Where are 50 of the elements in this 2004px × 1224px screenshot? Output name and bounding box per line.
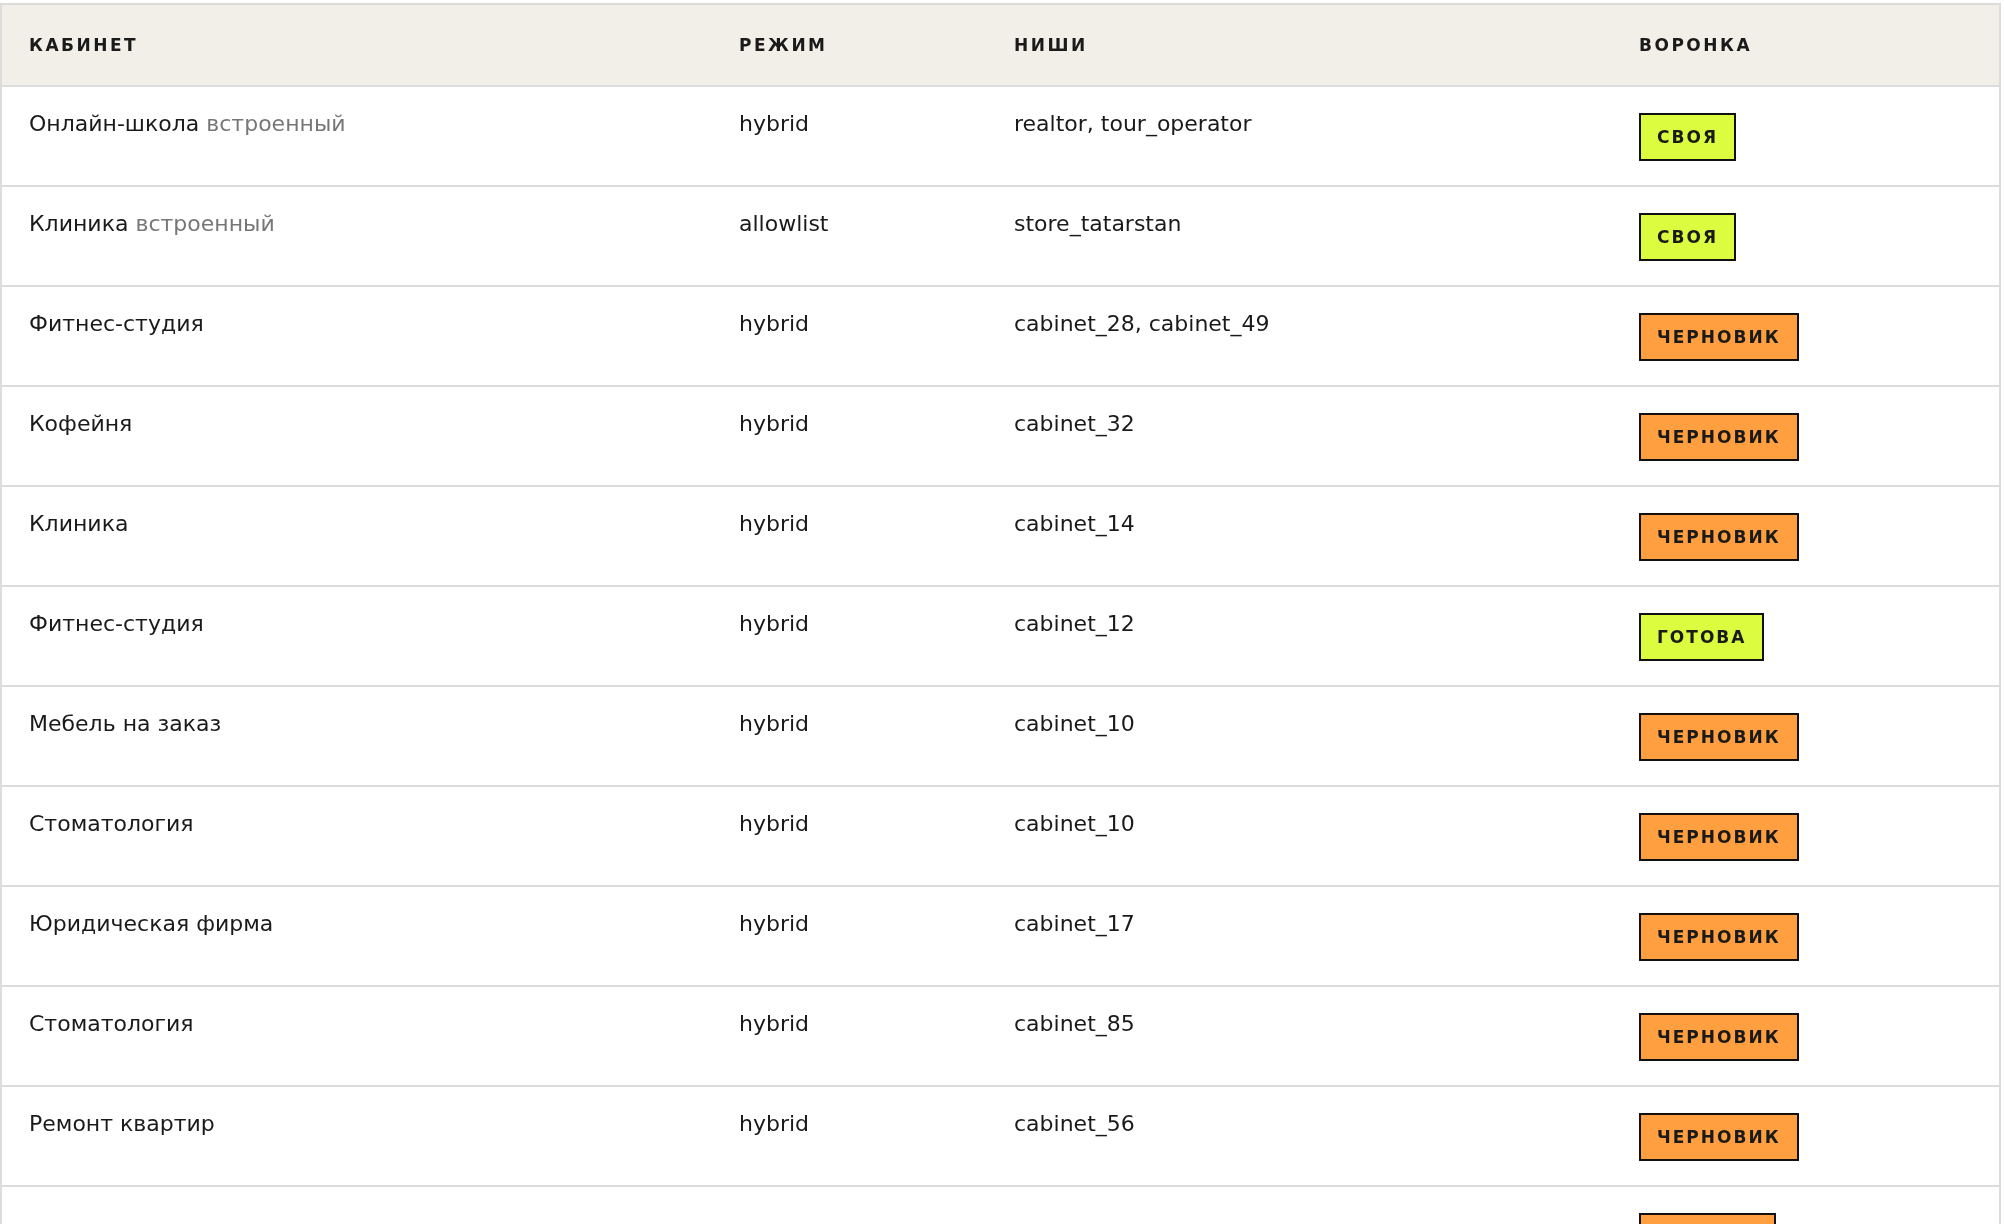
niches-text: cabinet_12 [1014, 611, 1135, 636]
cabinet-tag: встроенный [135, 211, 275, 236]
mode-text: hybrid [739, 311, 810, 336]
cabinet-name: Фитнес-студия [29, 611, 204, 636]
funnel-status: ГОТОВА [1639, 613, 1765, 661]
cabinet-tag: встроенный [206, 111, 346, 136]
cabinet-name: Юридическая фирма [29, 911, 274, 936]
funnel-status: ЧЕРНОВИК [1639, 813, 1799, 861]
niches-text: cabinet_10 [1014, 811, 1135, 836]
funnel-status: СВОЯ [1639, 213, 1736, 261]
niches-text: cabinet_56 [1014, 1111, 1135, 1136]
cabinet-name: Клиника [29, 211, 129, 236]
cabinet-name: Ремонт квартир [29, 1111, 215, 1136]
column-header: ВОРОНКА [1639, 35, 1754, 55]
niches-text: cabinet_32 [1014, 411, 1135, 436]
niches-text: cabinet_85 [1014, 1011, 1135, 1036]
funnel-status: ЧЕРНОВИК [1639, 513, 1799, 561]
niches-text: cabinet_28, cabinet_49 [1014, 311, 1270, 336]
column-header: КАБИНЕТ [29, 35, 140, 55]
mode-text: hybrid [739, 111, 810, 136]
niches-text: store_tatarstan [1014, 211, 1182, 236]
mode-text: hybrid [739, 511, 810, 536]
funnel-status: ЧЕРНОВИК [1639, 313, 1799, 361]
mode-text: hybrid [739, 611, 810, 636]
cabinet-name: Клиника [29, 511, 129, 536]
cabinet-name: Стоматология [29, 1011, 194, 1036]
cabinet-name: Мебель на заказ [29, 711, 222, 736]
funnel-status: ЧЕРНОВИК [1639, 713, 1799, 761]
mode-text: hybrid [739, 1111, 810, 1136]
funnel-status: СВОЯ [1639, 113, 1736, 161]
niches-text: cabinet_10 [1014, 711, 1135, 736]
mode-text: hybrid [739, 711, 810, 736]
cabinet-name: Фитнес-студия [29, 311, 204, 336]
mode-text: hybrid [739, 911, 810, 936]
column-header: НИШИ [1014, 35, 1089, 55]
cabinet-name: Стоматология [29, 811, 194, 836]
cabinet-name: Кофейня [29, 411, 133, 436]
funnel-status: ЧЕРНОВИК [1639, 1113, 1799, 1161]
niches-text: realtor, tour_operator [1014, 111, 1252, 136]
funnel-status: ЧЕРНОВИК [1639, 1013, 1799, 1061]
mode-text: allowlist [739, 211, 829, 236]
mode-text: hybrid [739, 411, 810, 436]
mode-text: hybrid [739, 811, 810, 836]
niches-text: cabinet_14 [1014, 511, 1135, 536]
funnel-status: ЧЕРНОВИК [1639, 413, 1799, 461]
column-header: РЕЖИМ [739, 35, 829, 55]
cabinet-name: Онлайн-школа [29, 111, 200, 136]
mode-text: hybrid [739, 1011, 810, 1036]
funnel-status: ЧЕРНОВИК [1639, 913, 1799, 961]
niches-text: cabinet_17 [1014, 911, 1135, 936]
